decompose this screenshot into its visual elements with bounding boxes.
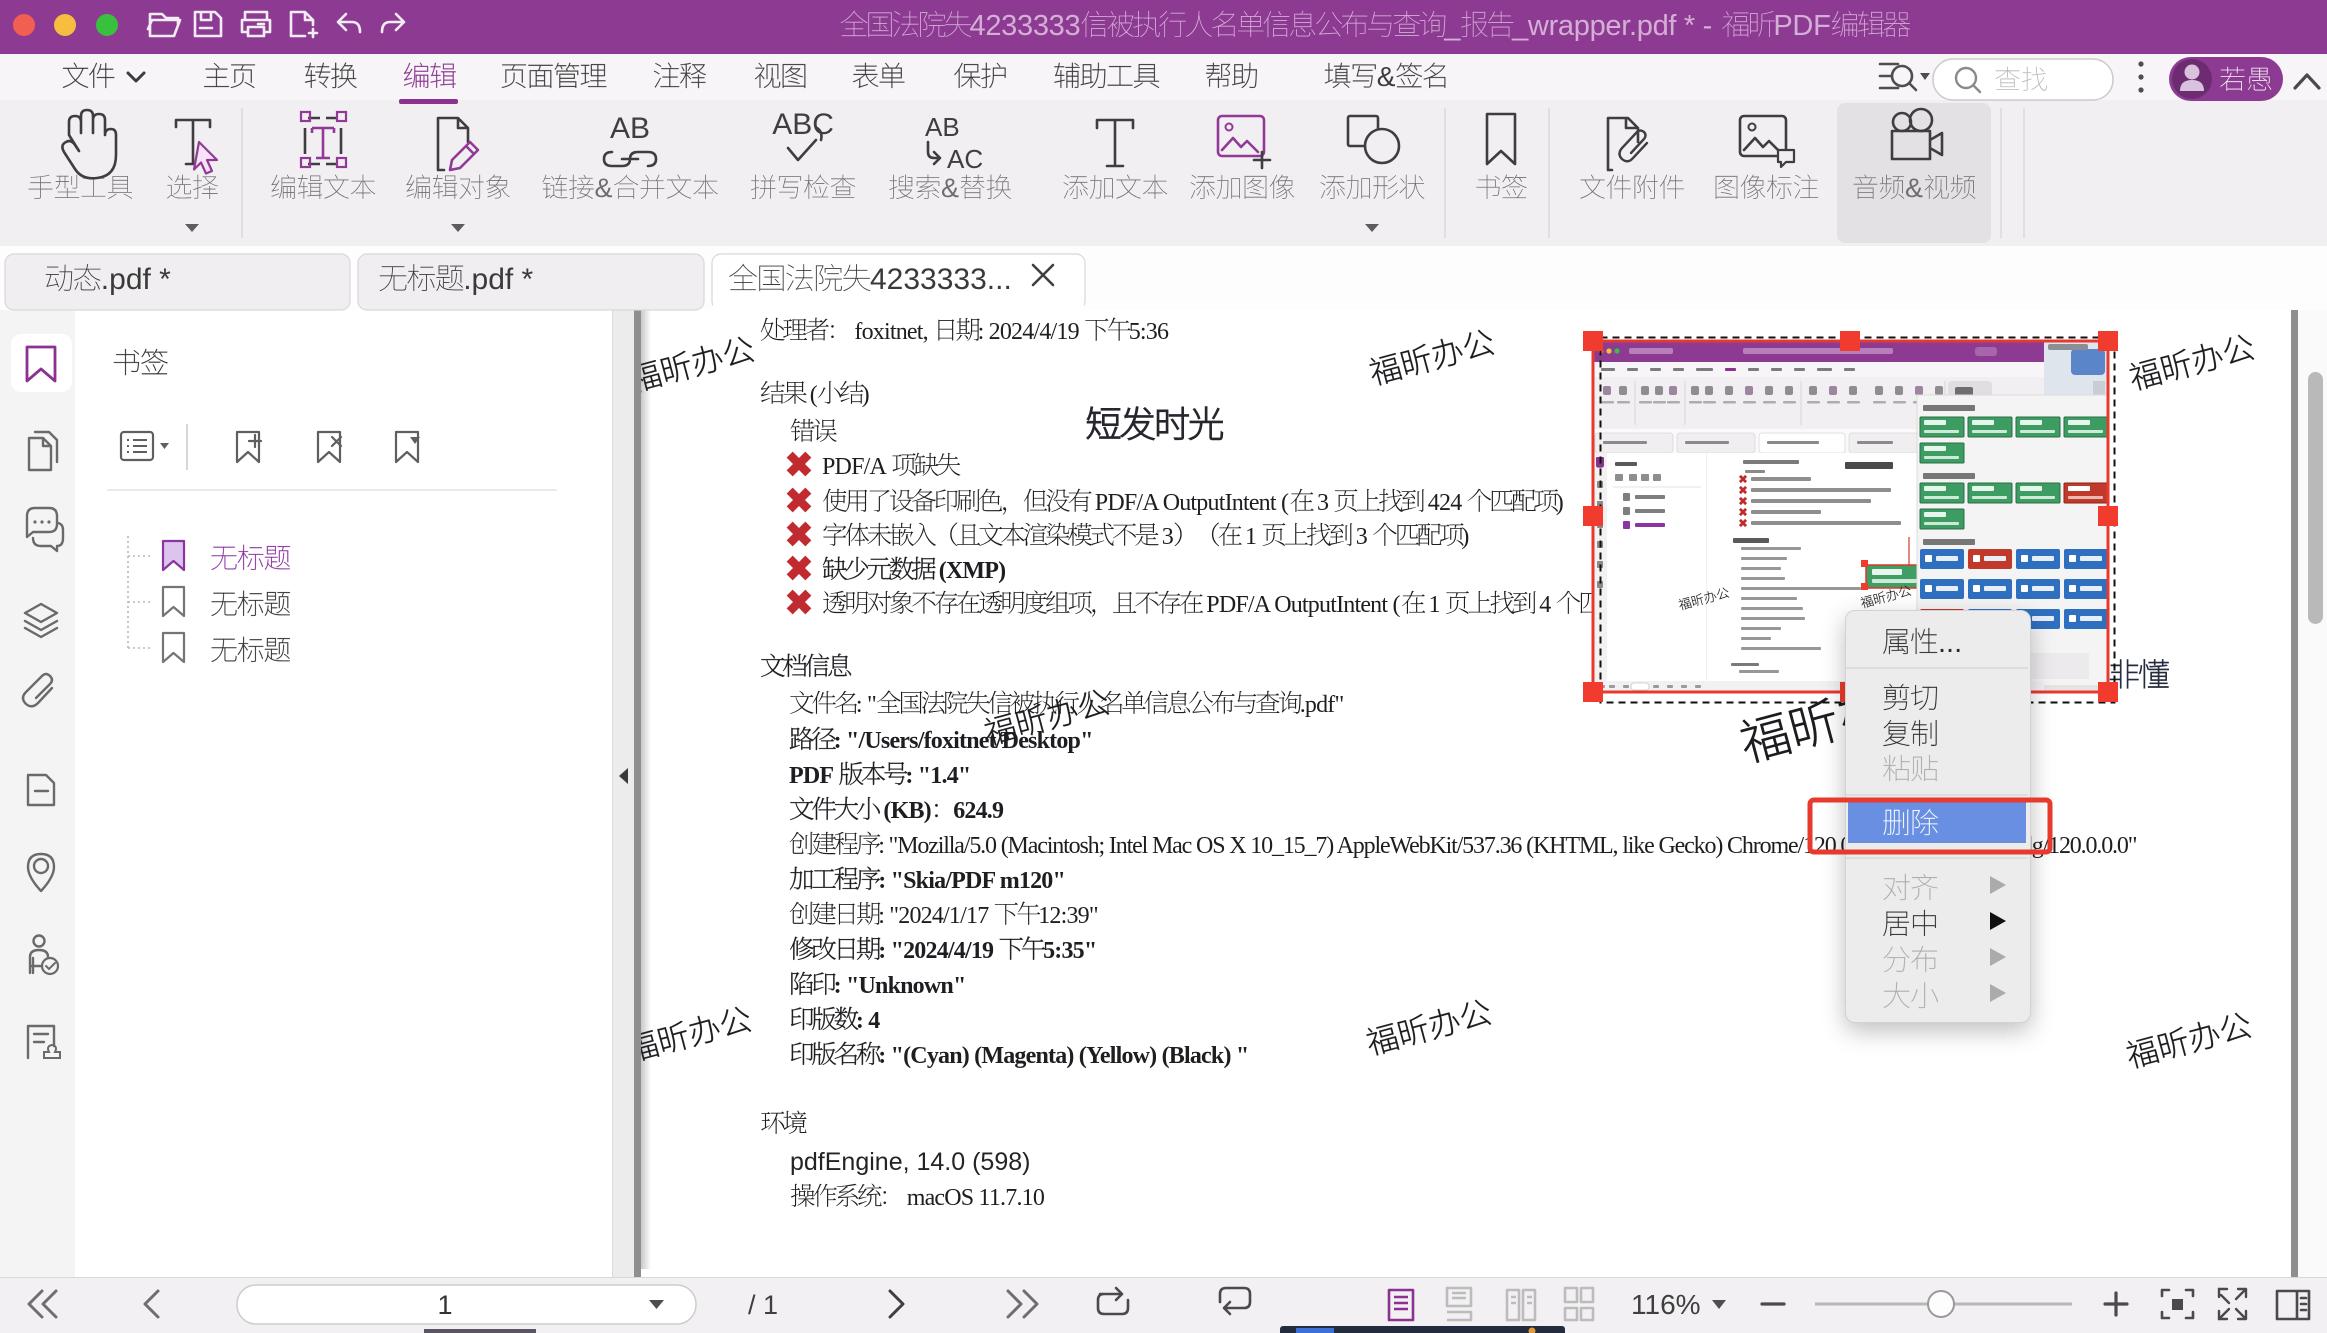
- svg-text:_wrapper.pdf * -: _wrapper.pdf * -: [1511, 10, 1720, 42]
- svg-text:AC: AC: [947, 144, 983, 174]
- svg-text:4233333...: 4233333...: [870, 263, 1012, 296]
- svg-text:/ 1: / 1: [748, 1290, 778, 1320]
- svg-text:&: &: [1377, 61, 1396, 92]
- svg-text:1: 1: [438, 1290, 453, 1320]
- svg-text:&: &: [941, 173, 959, 203]
- svg-text:...: ...: [1938, 627, 1962, 659]
- svg-text:AB: AB: [925, 112, 960, 142]
- svg-text:.pdf *: .pdf *: [463, 263, 533, 296]
- svg-text:4233333: 4233333: [970, 10, 1081, 42]
- svg-text:&: &: [595, 173, 613, 203]
- svg-text:ABC: ABC: [772, 108, 834, 141]
- svg-text:AB: AB: [610, 112, 650, 145]
- svg-text:_: _: [1443, 10, 1461, 42]
- svg-text:116%: 116%: [1631, 1289, 1701, 1320]
- svg-text:&: &: [1905, 173, 1923, 203]
- svg-text:PDF: PDF: [1773, 10, 1830, 42]
- svg-text:.pdf *: .pdf *: [101, 263, 171, 296]
